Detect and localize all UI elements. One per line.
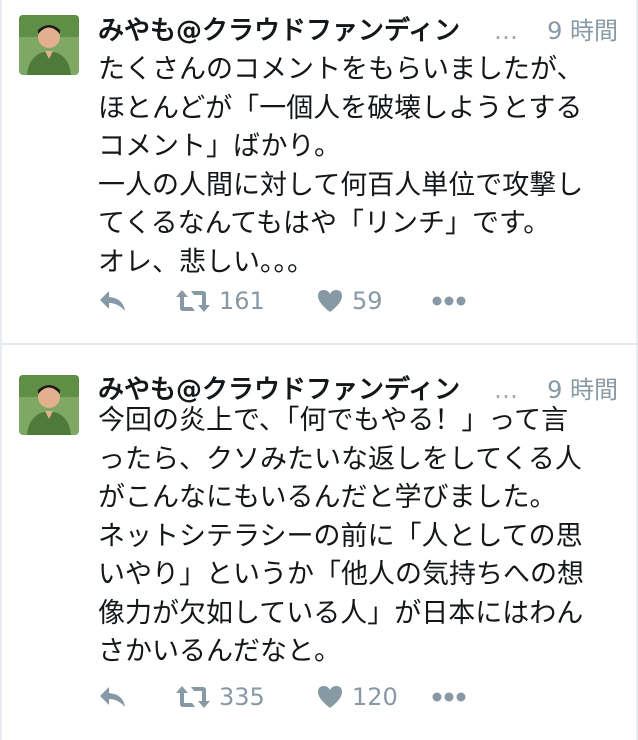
tweet-1[interactable]: みやも@クラウドファンディン … 9 時間 たくさんのコメントをもらいましたが、…	[0, 0, 638, 345]
retweet-count: 335	[219, 683, 265, 711]
name-truncation: …	[494, 17, 518, 45]
tweet-actions: 161 59	[0, 283, 638, 319]
avatar[interactable]	[19, 375, 79, 435]
like-button[interactable]: 120	[316, 679, 398, 715]
avatar[interactable]	[19, 15, 79, 75]
retweet-count: 161	[219, 287, 265, 315]
heart-icon	[316, 684, 344, 710]
like-button[interactable]: 59	[316, 283, 383, 319]
retweet-icon	[175, 288, 211, 314]
tweet-text-line: ったら、クソみたいな返しをしてくる人	[98, 443, 582, 475]
tweet-text-line: 今回の炎上で、「何でもやる！」って言	[98, 405, 569, 436]
like-count: 120	[352, 683, 398, 711]
tweet-text-line: 一人の人間に対して何百人単位で攻撃し	[98, 169, 584, 201]
reply-icon	[98, 684, 128, 710]
tweet-feed: みやも@クラウドファンディン … 9 時間 たくさんのコメントをもらいましたが、…	[0, 0, 638, 740]
tweet-text-line: コメント」ばかり。	[98, 131, 341, 162]
tweet-2[interactable]: みやも@クラウドファンディン … 9 時間 今回の炎上で、「何でもやる！」って言…	[0, 345, 638, 740]
tweet-text: 今回の炎上で、「何でもやる！」って言 ったら、クソみたいな返しをしてくる人 がこ…	[98, 402, 623, 672]
tweet-text-line: ほとんどが「一個人を破壊しようとする	[98, 92, 583, 124]
tweet-text-line: さかいるんだなと。	[98, 636, 341, 667]
more-button[interactable]	[432, 679, 466, 715]
like-count: 59	[352, 287, 383, 315]
retweet-button[interactable]: 335	[175, 679, 265, 715]
tweet-text-line: 像力が欠如している人」が日本にはわん	[98, 597, 584, 629]
tweet-text: たくさんのコメントをもらいましたが、 ほとんどが「一個人を破壊しようとする コメ…	[98, 51, 623, 282]
more-button[interactable]	[432, 283, 466, 319]
tweet-text-line: がこんなにもいるんだと学びました。	[98, 482, 557, 513]
retweet-button[interactable]: 161	[175, 283, 265, 319]
author-name[interactable]: みやも@クラウドファンディン	[98, 14, 513, 48]
tweet-actions: 335 120	[0, 679, 638, 715]
tweet-text-line: オレ、悲しい。。。	[98, 246, 314, 278]
reply-icon	[98, 288, 128, 314]
more-dots-icon	[432, 296, 466, 306]
timestamp[interactable]: 9 時間	[547, 14, 618, 48]
tweet-text-line: いやり」というか「他人の気持ちへの想	[98, 559, 584, 590]
tweet-text-line: たくさんのコメントをもらいましたが、	[98, 54, 584, 85]
more-dots-icon	[432, 692, 466, 702]
heart-icon	[316, 288, 344, 314]
reply-button[interactable]	[98, 283, 128, 319]
tweet-text-line: ネットシテラシーの前に「人としての思	[98, 520, 583, 552]
reply-button[interactable]	[98, 679, 128, 715]
tweet-text-line: てくるなんてもはや「リンチ」です。	[98, 208, 551, 239]
retweet-icon	[175, 684, 211, 710]
